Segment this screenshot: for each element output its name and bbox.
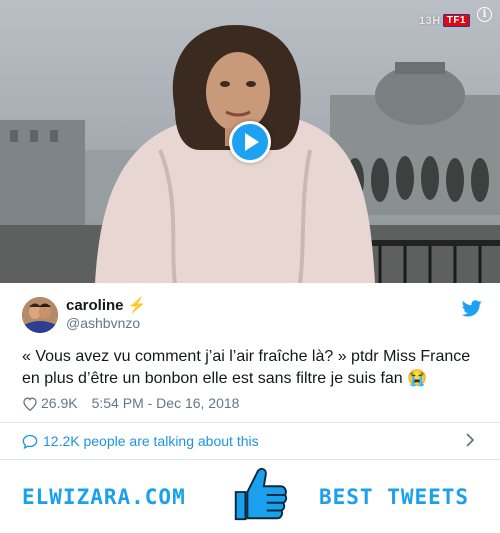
author-name[interactable]: caroline ⚡ [66, 296, 146, 314]
video-player[interactable]: 13H TF1 i [0, 0, 500, 283]
chevron-right-icon [466, 433, 474, 447]
lightning-emoji-icon: ⚡ [127, 297, 147, 314]
channel-badge: 13H TF1 [419, 13, 470, 28]
tweet-timestamp[interactable]: 5:54 PM - Dec 16, 2018 [92, 395, 240, 411]
tweet-meta: 26.9K 5:54 PM - Dec 16, 2018 [22, 394, 239, 412]
like-count[interactable]: 26.9K [41, 395, 78, 411]
tweet-author[interactable]: caroline ⚡ @ashbvnzo [22, 294, 492, 334]
best-tweets-label: BEST TWEETS [319, 485, 470, 509]
channel-time: 13H [419, 14, 441, 27]
heart-icon[interactable] [22, 396, 38, 411]
site-banner: ELWIZARA.COM BEST TWEETS [0, 461, 500, 533]
site-name[interactable]: ELWIZARA.COM [22, 485, 186, 509]
thumbs-up-icon [234, 467, 288, 521]
avatar-image [22, 297, 58, 333]
info-label: i [482, 9, 487, 20]
play-icon [245, 133, 259, 151]
talking-count: 12.2K people are talking about this [43, 433, 259, 449]
conversation-link[interactable]: 12.2K people are talking about this [22, 430, 482, 452]
divider [0, 422, 500, 423]
tweet-text: « Vous avez vu comment j’ai l’air fraîch… [22, 348, 471, 387]
author-name-text: caroline [66, 297, 124, 314]
avatar[interactable] [22, 297, 58, 333]
speech-bubble-icon [22, 434, 38, 449]
info-icon[interactable]: i [477, 7, 492, 22]
tf1-logo: TF1 [442, 14, 470, 27]
play-button[interactable] [229, 121, 271, 163]
author-handle[interactable]: @ashbvnzo [66, 315, 140, 331]
twitter-bird-icon[interactable] [462, 300, 482, 317]
divider [0, 459, 500, 460]
